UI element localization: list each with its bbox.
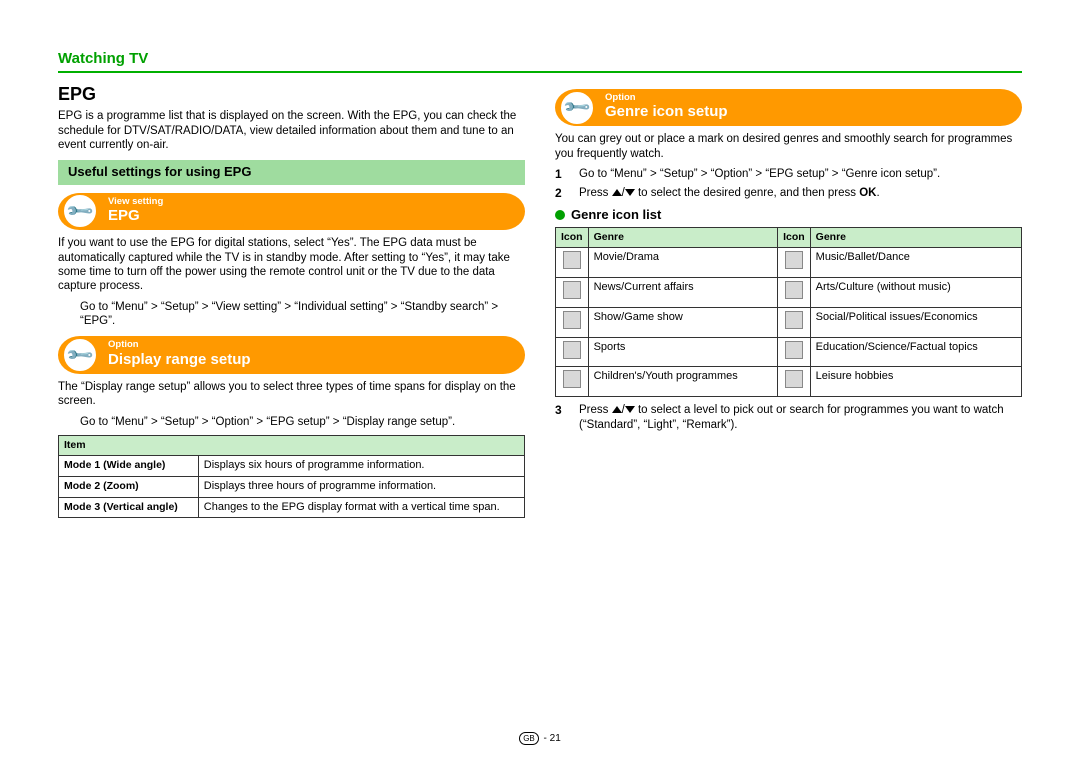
page-footer: GB - 21 <box>0 732 1080 746</box>
subsection-bar: Useful settings for using EPG <box>58 160 525 184</box>
up-arrow-icon <box>612 189 622 196</box>
genre-icon <box>563 370 581 388</box>
pill-genre-icon-setup: 🔧 Option Genre icon setup <box>555 89 1022 127</box>
bullet-icon <box>555 210 565 220</box>
pill-display-range-setup: 🔧 Option Display range setup <box>58 336 525 374</box>
table-header: Icon <box>556 228 589 248</box>
table-row: News/Current affairsArts/Culture (withou… <box>556 278 1022 308</box>
genre-icon <box>563 251 581 269</box>
region-badge: GB <box>519 732 539 745</box>
genre-icon <box>563 341 581 359</box>
page-title: EPG <box>58 83 525 106</box>
pill-overline: Option <box>108 340 509 350</box>
genre-icon <box>785 341 803 359</box>
table-row: Show/Game showSocial/Political issues/Ec… <box>556 307 1022 337</box>
two-column-layout: EPG EPG is a programme list that is disp… <box>58 81 1022 661</box>
drs-description: The “Display range setup” allows you to … <box>58 380 525 409</box>
epg-description: If you want to use the EPG for digital s… <box>58 236 525 294</box>
pill-title: Genre icon setup <box>605 103 1006 121</box>
genre-icon <box>563 311 581 329</box>
table-row: SportsEducation/Science/Factual topics <box>556 337 1022 367</box>
epg-intro-text: EPG is a programme list that is displaye… <box>58 109 525 152</box>
table-row: Mode 3 (Vertical angle)Changes to the EP… <box>59 497 525 518</box>
pill-overline: Option <box>605 93 1006 103</box>
table-header: Item <box>59 436 525 456</box>
genre-icon-list-heading: Genre icon list <box>555 207 1022 223</box>
section-header: Watching TV <box>58 50 1022 73</box>
genre-icon-table: Icon Genre Icon Genre Movie/DramaMusic/B… <box>555 227 1022 397</box>
epg-menu-path: Go to “Menu” > “Setup” > “View setting” … <box>58 300 525 329</box>
table-row: Mode 2 (Zoom)Displays three hours of pro… <box>59 476 525 497</box>
page-number: 21 <box>550 733 561 744</box>
table-row: Children's/Youth programmesLeisure hobbi… <box>556 367 1022 397</box>
step-number: 3 <box>555 403 569 432</box>
table-header: Genre <box>588 228 777 248</box>
step-list: 3 Press / to select a level to pick out o… <box>555 403 1022 432</box>
drs-menu-path: Go to “Menu” > “Setup” > “Option” > “EPG… <box>58 415 525 429</box>
table-row: Mode 1 (Wide angle)Displays six hours of… <box>59 456 525 477</box>
pill-overline: View setting <box>108 197 509 207</box>
table-row: Movie/DramaMusic/Ballet/Dance <box>556 248 1022 278</box>
step-list: 1 Go to “Menu” > “Setup” > “Option” > “EP… <box>555 167 1022 201</box>
pill-title: Display range setup <box>108 351 509 369</box>
display-range-table: Item Mode 1 (Wide angle)Displays six hou… <box>58 435 525 518</box>
step-number: 1 <box>555 167 569 182</box>
step-text: Press / to select the desired genre, and… <box>579 186 1022 201</box>
pill-title: EPG <box>108 207 509 225</box>
wrench-icon: 🔧 <box>559 90 595 126</box>
genre-icon <box>785 370 803 388</box>
table-header: Genre <box>810 228 1021 248</box>
down-arrow-icon <box>625 406 635 413</box>
step-text: Press / to select a level to pick out or… <box>579 403 1022 432</box>
table-header: Icon <box>778 228 811 248</box>
wrench-icon: 🔧 <box>62 193 98 229</box>
manual-page: Watching TV EPG EPG is a programme list … <box>0 0 1080 763</box>
down-arrow-icon <box>625 189 635 196</box>
up-arrow-icon <box>612 406 622 413</box>
genre-icon <box>785 311 803 329</box>
step-text: Go to “Menu” > “Setup” > “Option” > “EPG… <box>579 167 1022 182</box>
wrench-icon: 🔧 <box>62 337 98 373</box>
step-number: 2 <box>555 186 569 201</box>
genre-icon <box>563 281 581 299</box>
genre-intro-text: You can grey out or place a mark on desi… <box>555 132 1022 161</box>
pill-view-setting-epg: 🔧 View setting EPG <box>58 193 525 231</box>
genre-icon <box>785 251 803 269</box>
genre-icon <box>785 281 803 299</box>
